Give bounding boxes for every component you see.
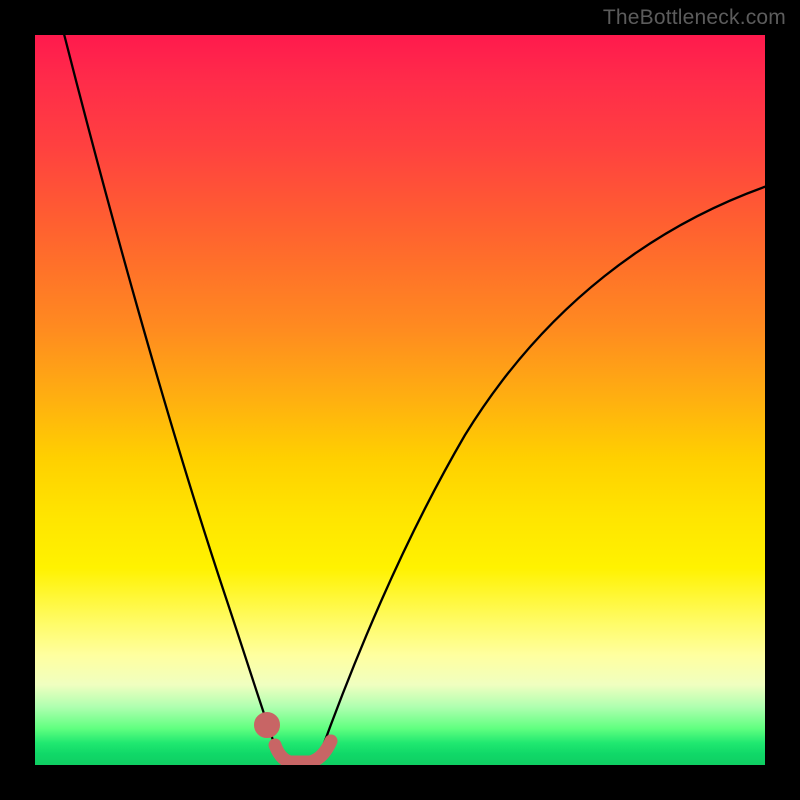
curve-left-branch <box>63 35 279 757</box>
valley-markers <box>261 719 332 763</box>
marker-dot-icon <box>261 719 274 732</box>
curves-svg <box>35 35 765 765</box>
bottleneck-curve <box>63 35 765 757</box>
chart-frame: TheBottleneck.com <box>0 0 800 800</box>
marker-u-segment <box>275 741 331 762</box>
plot-area <box>35 35 765 765</box>
watermark-text: TheBottleneck.com <box>603 6 786 30</box>
curve-right-branch <box>319 185 765 757</box>
